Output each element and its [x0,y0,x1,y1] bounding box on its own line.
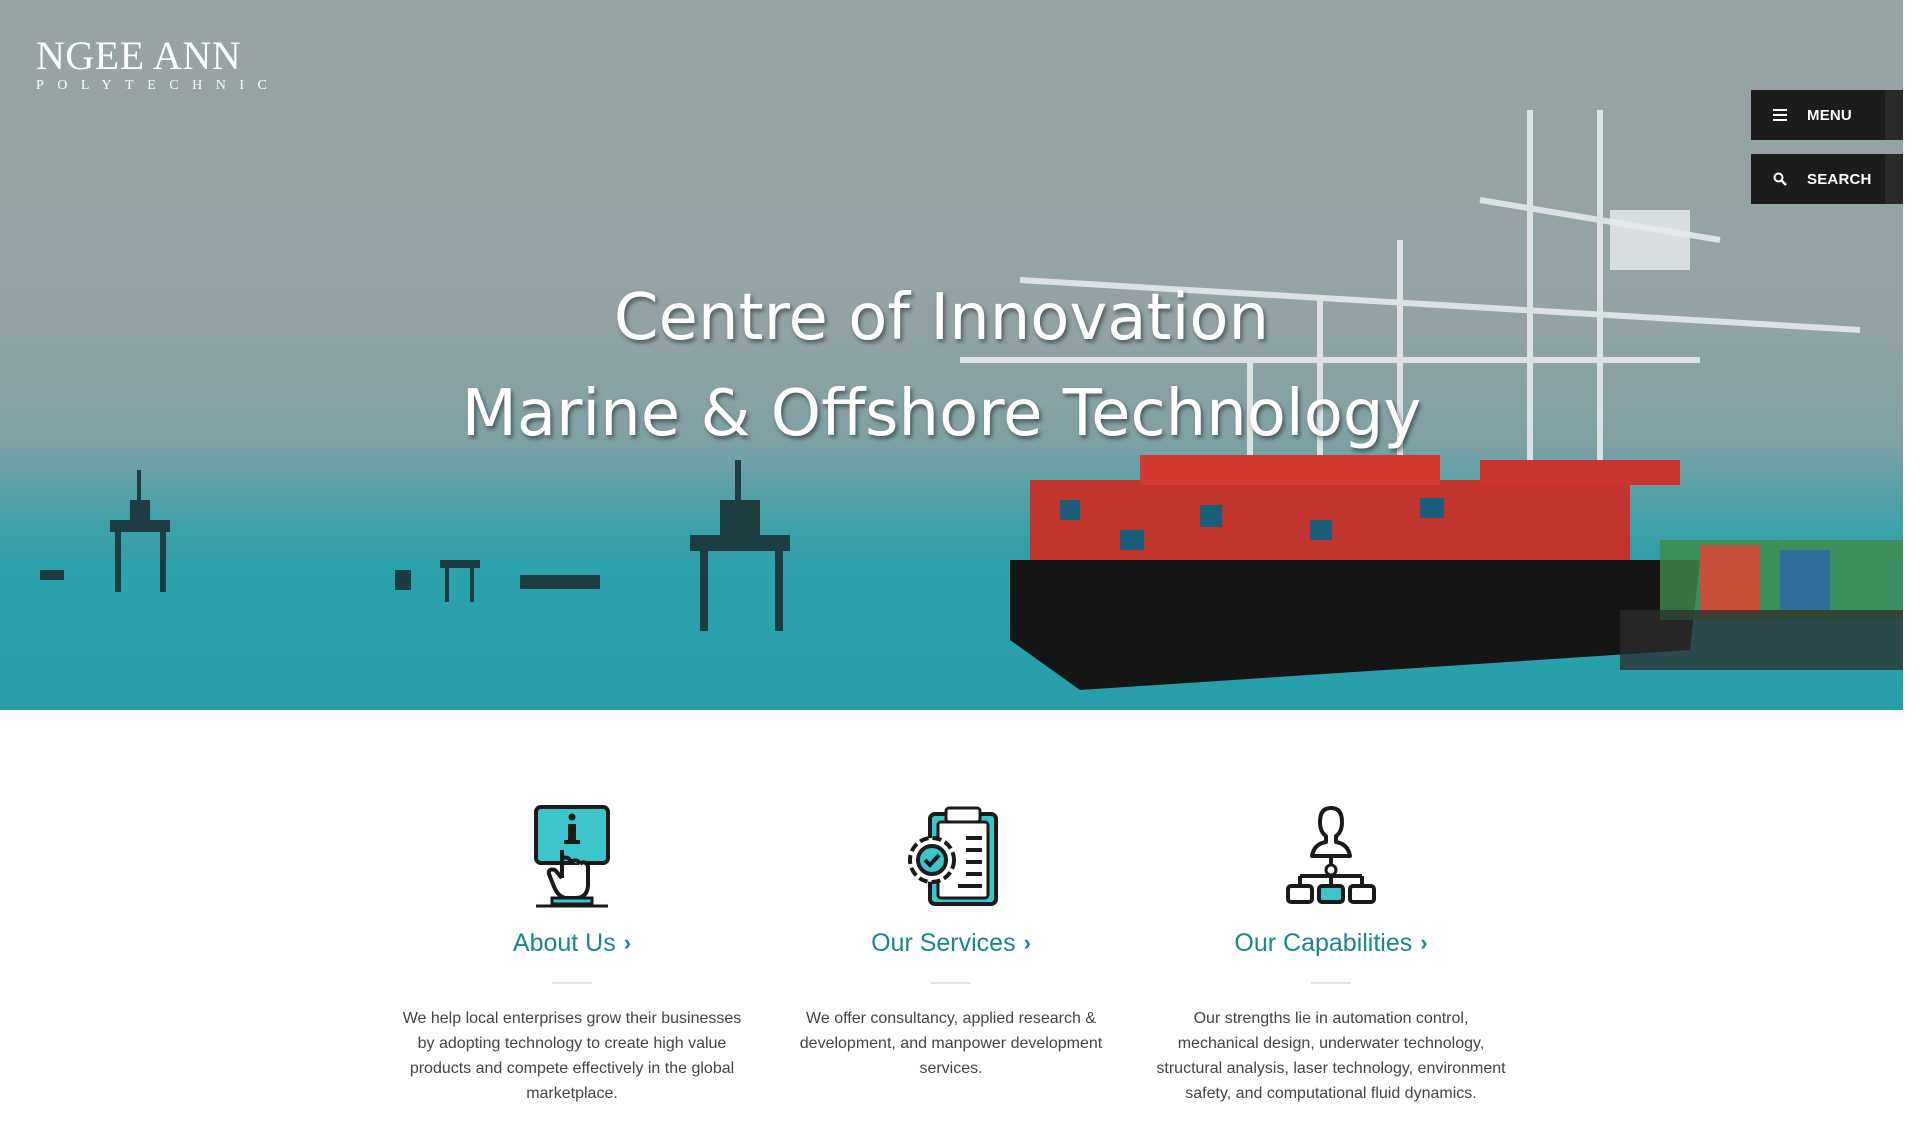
about-us-link[interactable]: About Us › [513,928,631,958]
our-services-title: Our Services [871,929,1016,957]
about-us-title: About Us [512,929,616,957]
about-us-description: We help local enterprises grow their bus… [402,1010,742,1102]
org-chart-icon [1276,800,1386,910]
search-icon [1771,170,1789,188]
logo-name: NGEE ANN [36,33,242,78]
our-capabilities-title: Our Capabilities [1234,929,1413,957]
feature-our-services: Our Services › We offer consultancy, app… [771,800,1131,1081]
ngee-ann-logo[interactable]: NGEE ANN POLYTECHNIC [36,36,280,94]
features-section: About Us › We help local enterprises gro… [0,800,1903,1132]
hero-title-line2: Marine & Offshore Technology [461,377,1422,451]
hero-banner: NGEE ANN POLYTECHNIC MENU SEARCH Centre … [0,0,1903,710]
logo-subtitle: POLYTECHNIC [36,78,281,93]
hero-title-line1: Centre of Innovation [613,281,1270,355]
clipboard-gear-icon [896,800,1006,910]
divider [1311,982,1351,984]
info-touch-icon [517,800,627,910]
divider [931,982,971,984]
chevron-right-icon: › [1023,930,1031,955]
menu-button[interactable]: MENU [1751,90,1903,140]
our-capabilities-link[interactable]: Our Capabilities › [1234,928,1427,958]
our-services-description: We offer consultancy, applied research &… [799,1010,1103,1077]
feature-about-us: About Us › We help local enterprises gro… [392,800,752,1106]
our-services-link[interactable]: Our Services › [871,928,1031,958]
search-button[interactable]: SEARCH [1751,154,1903,204]
hamburger-icon [1771,106,1789,124]
chevron-right-icon: › [1420,930,1428,955]
hero-background-image [0,110,1903,710]
menu-label: MENU [1807,106,1852,124]
our-capabilities-description: Our strengths lie in automation control,… [1156,1010,1506,1102]
feature-our-capabilities: Our Capabilities › Our strengths lie in … [1151,800,1511,1106]
divider [552,982,592,984]
search-label: SEARCH [1807,170,1872,188]
chevron-right-icon: › [623,930,632,955]
